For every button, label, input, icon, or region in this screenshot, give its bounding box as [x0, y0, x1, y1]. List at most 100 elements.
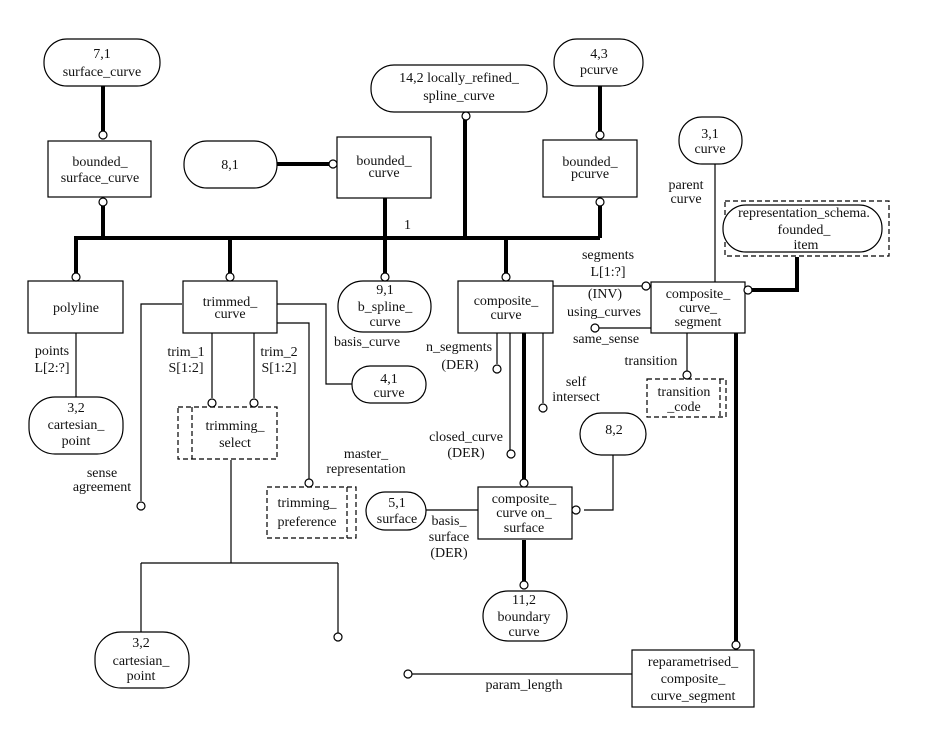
- entity-composite-curve-on-surface[interactable]: composite_ curve on_ surface: [477, 486, 573, 540]
- page-ref-8-1[interactable]: 8,1: [183, 140, 278, 189]
- svg-text:composite_: composite_: [492, 492, 558, 507]
- svg-text:segment: segment: [675, 315, 722, 330]
- line-8-2: [584, 453, 614, 511]
- svg-text:surface: surface: [504, 521, 544, 536]
- page-ref-locally-refined-spline-curve[interactable]: 14,2 locally_refined_ spline_curve: [370, 64, 548, 113]
- page-ref-surface-5-1[interactable]: 5,1 surface: [365, 491, 427, 531]
- label-basis: basis_: [432, 514, 468, 529]
- page-ref-surface-curve[interactable]: 7,1 surface_curve: [43, 38, 161, 87]
- label-agreement: agreement: [73, 480, 131, 495]
- label-points-card: L[2:?]: [35, 361, 70, 376]
- label-points: points: [35, 344, 69, 359]
- page-ref-pcurve[interactable]: 4,3 pcurve: [553, 38, 644, 87]
- line-sense-agreement: [140, 303, 182, 501]
- svg-text:boundary: boundary: [498, 610, 551, 625]
- label-master: master_: [344, 447, 389, 462]
- entity-bounded-pcurve[interactable]: bounded_ pcurve: [542, 139, 638, 198]
- type-trimming-select[interactable]: trimming_ select: [177, 406, 278, 460]
- page-ref-b-spline-curve[interactable]: 9,1 b_spline_ curve: [337, 280, 432, 333]
- svg-text:curve: curve: [368, 166, 399, 181]
- svg-text:curve: curve: [369, 315, 400, 330]
- label-basis-surface-der: (DER): [430, 546, 468, 561]
- svg-text:representation_schema.: representation_schema.: [738, 206, 870, 221]
- svg-text:surface_curve: surface_curve: [63, 65, 142, 80]
- svg-text:composite_: composite_: [666, 287, 732, 302]
- label-closed-curve: closed_curve: [429, 430, 503, 445]
- svg-text:4,3: 4,3: [590, 47, 608, 62]
- page-ref-curve-3-1[interactable]: 3,1 curve: [678, 116, 743, 165]
- circle-bsc-top: [98, 130, 108, 140]
- circle-reparam-top: [731, 640, 741, 650]
- circle-self-intersect: [538, 403, 548, 413]
- label-trim-2-card: S[1:2]: [262, 361, 297, 376]
- circle-bounded-curve-left: [328, 159, 338, 169]
- circle-ccs-founded: [743, 285, 753, 295]
- circle-trim-1: [207, 398, 217, 408]
- circle-segments: [641, 281, 651, 291]
- label-parent-curve: curve: [670, 192, 701, 207]
- circle-master-representation: [304, 478, 314, 488]
- circle-ccos-top: [519, 478, 529, 488]
- page-ref-curve-4-1[interactable]: 4,1 curve: [351, 365, 427, 404]
- circle-lrsc: [461, 111, 471, 121]
- label-segments-card: L[1:?]: [591, 265, 626, 280]
- svg-text:curve: curve: [694, 142, 725, 157]
- circle-composite: [501, 272, 511, 282]
- circle-transition: [682, 370, 692, 380]
- line-ccs-to-founded-item: [752, 257, 799, 292]
- page-ref-8-2[interactable]: 8,2: [579, 412, 647, 456]
- circle-trimmed: [225, 272, 235, 282]
- entity-composite-curve-segment[interactable]: composite_ curve_ segment: [650, 281, 746, 334]
- label-using-curves: using_curves: [567, 305, 641, 320]
- label-self: self: [566, 375, 587, 390]
- express-g-diagram: 7,1 surface_curve 8,1 14,2 locally_refin…: [27, 38, 890, 708]
- type-transition-code[interactable]: transition _code: [646, 378, 727, 418]
- page-ref-cartesian-point-b[interactable]: 3,2 cartesian_ point: [94, 631, 190, 689]
- label-trim-2: trim_2: [260, 345, 297, 360]
- type-founded-item[interactable]: representation_schema. founded_ item: [722, 200, 890, 257]
- label-n-segments: n_segments: [426, 340, 492, 355]
- svg-text:3,2: 3,2: [132, 636, 150, 651]
- svg-text:select: select: [219, 436, 251, 451]
- entity-bounded-surface-curve[interactable]: bounded_ surface_curve: [47, 140, 152, 198]
- entity-trimmed-curve[interactable]: trimmed_ curve: [182, 280, 278, 334]
- circle-param-length: [403, 669, 413, 679]
- circle-polyline: [71, 272, 81, 282]
- label-parent: parent: [669, 178, 704, 193]
- svg-text:preference: preference: [277, 515, 336, 530]
- entity-polyline[interactable]: polyline: [27, 280, 124, 334]
- circle-select-right: [333, 632, 343, 642]
- label-surface: surface: [429, 530, 469, 545]
- label-same-sense: same_sense: [573, 332, 639, 347]
- entity-reparametrised-composite-curve-segment[interactable]: reparametrised_ composite_ curve_segment: [631, 649, 755, 708]
- entity-composite-curve[interactable]: composite_ curve: [457, 280, 554, 334]
- circle-boundary: [519, 580, 529, 590]
- type-trimming-preference[interactable]: trimming_ preference: [266, 486, 357, 539]
- svg-text:composite_: composite_: [661, 672, 727, 687]
- svg-text:curve: curve: [490, 308, 521, 323]
- svg-text:curve: curve: [373, 386, 404, 401]
- svg-text:3,2: 3,2: [67, 401, 85, 416]
- circle-bsc-bottom: [98, 197, 108, 207]
- label-transition: transition: [625, 354, 678, 369]
- svg-text:spline_curve: spline_curve: [423, 89, 495, 104]
- label-representation: representation: [326, 462, 405, 477]
- label-sense: sense: [87, 466, 117, 481]
- svg-text:curve_: curve_: [679, 301, 718, 316]
- svg-text:5,1: 5,1: [388, 496, 406, 511]
- svg-text:trimming_: trimming_: [277, 496, 337, 511]
- svg-text:b_spline_: b_spline_: [358, 300, 413, 315]
- entity-bounded-curve[interactable]: bounded_ curve: [336, 136, 432, 199]
- svg-text:polyline: polyline: [53, 301, 99, 316]
- svg-text:4,1: 4,1: [380, 372, 398, 387]
- page-ref-cartesian-point-a[interactable]: 3,2 cartesian_ point: [28, 396, 124, 455]
- circle-n-segments: [492, 364, 502, 374]
- page-ref-boundary-curve[interactable]: 11,2 boundary curve: [482, 590, 568, 642]
- svg-text:pcurve: pcurve: [571, 167, 609, 182]
- label-inv: (INV): [588, 287, 623, 302]
- label-oneof: 1: [404, 218, 411, 233]
- svg-text:surface: surface: [377, 512, 417, 527]
- svg-text:reparametrised_: reparametrised_: [648, 655, 739, 670]
- circle-trim-2: [249, 398, 259, 408]
- svg-text:7,1: 7,1: [93, 47, 111, 62]
